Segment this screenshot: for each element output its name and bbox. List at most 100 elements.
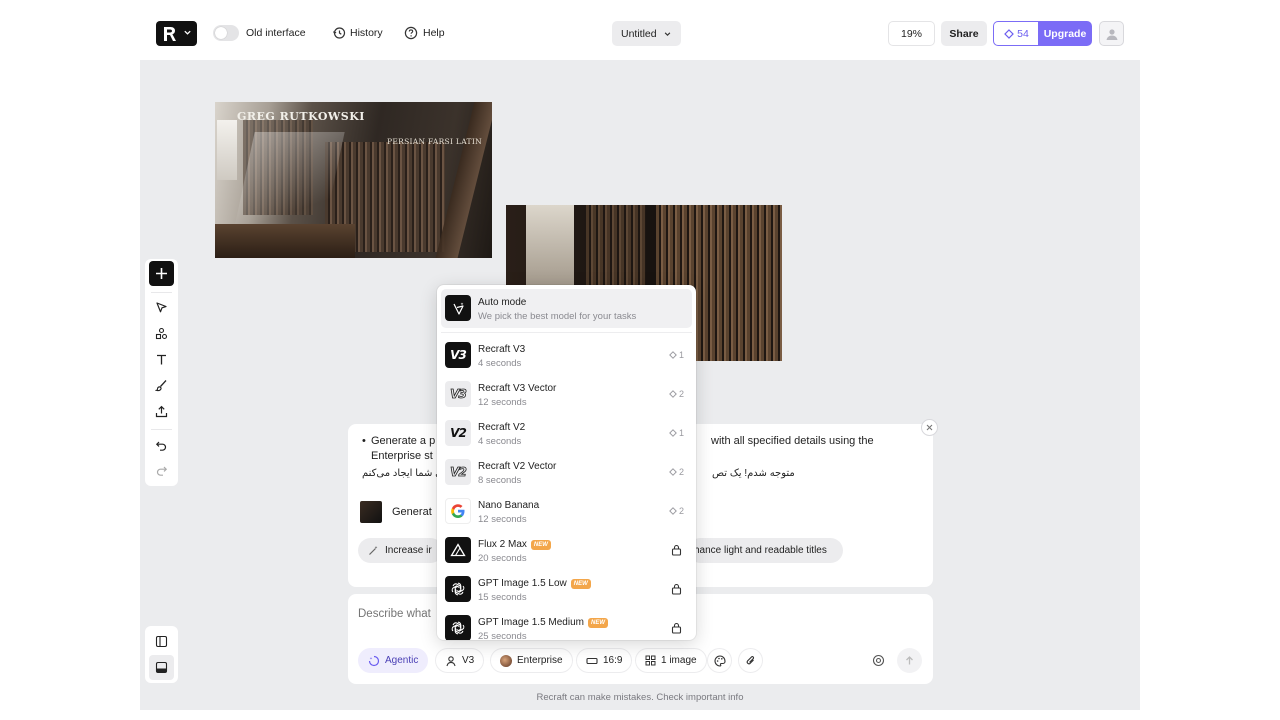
google-icon <box>445 498 471 524</box>
new-badge: NEW <box>587 617 608 628</box>
model-option-auto[interactable]: Auto mode We pick the best model for you… <box>441 289 692 328</box>
farsi-text-right: متوجه شدم! یک تص <box>712 468 795 479</box>
top-bar: Old interface History Help Untitled 19% … <box>140 9 1140 60</box>
credit-diamond-icon <box>669 390 677 398</box>
close-icon <box>926 424 933 431</box>
model-name: Recraft V3 Vector <box>478 383 557 394</box>
select-tool[interactable] <box>149 295 174 320</box>
credit-diamond-icon <box>1004 28 1015 39</box>
redo-button[interactable] <box>149 458 174 483</box>
history-button[interactable]: History <box>350 27 383 39</box>
close-message-button[interactable] <box>921 419 938 436</box>
user-icon <box>1106 28 1117 40</box>
image-count-button[interactable]: 1 image <box>635 648 707 673</box>
model-cost: 2 <box>669 389 684 399</box>
recraft-logo-icon <box>164 26 176 41</box>
auto-mode-icon <box>445 295 471 321</box>
image-count-label: 1 image <box>661 655 697 666</box>
text-tool[interactable] <box>149 347 174 372</box>
recraft-v3-vector-icon: V3 <box>445 381 471 407</box>
model-duration: 12 seconds <box>478 514 527 525</box>
model-option-flux-2-max[interactable]: Flux 2 Max NEW 20 seconds <box>441 531 692 570</box>
credits-button[interactable]: 54 <box>993 21 1039 46</box>
credits-count: 54 <box>1017 27 1029 40</box>
model-cost: 1 <box>669 350 684 360</box>
brush-tool[interactable] <box>149 373 174 398</box>
farsi-text-left: ی شما ایجاد می‌کنم <box>362 468 444 479</box>
sidebar-icon <box>155 635 168 648</box>
app-canvas[interactable]: Old interface History Help Untitled 19% … <box>140 9 1140 710</box>
palette-button[interactable] <box>707 648 732 673</box>
style-label: Enterprise <box>517 655 563 666</box>
help-icon[interactable] <box>404 26 418 40</box>
bottom-panel-toggle[interactable] <box>149 655 174 680</box>
bottom-panel-icon <box>155 661 168 674</box>
upgrade-button[interactable]: Upgrade <box>1038 21 1092 46</box>
lock-icon <box>671 622 682 634</box>
openai-icon <box>445 576 471 602</box>
redo-icon <box>156 466 168 476</box>
undo-icon <box>155 441 167 451</box>
project-title: Untitled <box>621 27 657 40</box>
recraft-v3-icon: V3 <box>445 342 471 368</box>
share-button[interactable]: Share <box>941 21 987 46</box>
message-text-left: Generate a p <box>371 435 436 447</box>
agentic-mode-button[interactable]: Agentic <box>358 648 429 673</box>
generation-label: Generat <box>392 506 432 518</box>
undo-button[interactable] <box>149 433 174 458</box>
settings-button[interactable] <box>866 648 891 673</box>
model-dropdown: Auto mode We pick the best model for you… <box>437 285 696 640</box>
model-selector-button[interactable]: V3 <box>435 648 485 673</box>
lock-icon <box>671 583 682 595</box>
new-badge: NEW <box>570 578 591 589</box>
model-name: Recraft V3 <box>478 344 526 355</box>
model-name: Nano Banana <box>478 500 540 511</box>
aspect-ratio-label: 16:9 <box>603 655 623 666</box>
model-option-gpt-image-low[interactable]: GPT Image 1.5 Low NEW 15 seconds <box>441 570 692 609</box>
model-name: Recraft V2 Vector <box>478 461 557 472</box>
new-badge: NEW <box>530 539 551 550</box>
suggestion-chip-increase[interactable]: Increase ir <box>358 538 443 563</box>
model-option-recraft-v2[interactable]: V2 Recraft V2 4 seconds 1 <box>441 414 692 453</box>
credit-diamond-icon <box>669 507 677 515</box>
model-duration: 20 seconds <box>478 553 527 564</box>
old-interface-label: Old interface <box>246 27 306 39</box>
image-text-top: GREG RUTKOWSKI <box>237 110 365 123</box>
model-option-recraft-v3-vector[interactable]: V3 Recraft V3 Vector 12 seconds 2 <box>441 375 692 414</box>
model-option-recraft-v2-vector[interactable]: V2 Recraft V2 Vector 8 seconds 2 <box>441 453 692 492</box>
flux-icon <box>445 537 471 563</box>
chip-label: hance light and readable titles <box>694 545 827 556</box>
send-button[interactable] <box>897 648 922 673</box>
lock-icon <box>671 544 682 556</box>
upload-icon <box>155 405 168 418</box>
model-duration: 4 seconds <box>478 358 522 369</box>
add-button[interactable] <box>149 261 174 286</box>
model-option-gpt-image-medium[interactable]: GPT Image 1.5 Medium NEW 25 seconds <box>441 609 692 640</box>
generation-row[interactable]: Generat <box>360 501 432 523</box>
generated-image-library-1[interactable]: GREG RUTKOWSKI PERSIAN FARSI LATIN <box>215 102 492 258</box>
logo-menu-button[interactable] <box>156 21 197 46</box>
openai-icon <box>445 615 471 640</box>
message-text-right: with all specified details using the <box>711 435 874 447</box>
attach-button[interactable] <box>738 648 763 673</box>
zoom-level[interactable]: 19% <box>888 21 935 46</box>
aspect-ratio-button[interactable]: 16:9 <box>576 648 633 673</box>
old-interface-toggle[interactable] <box>213 25 239 41</box>
style-selector-button[interactable]: Enterprise <box>490 648 573 673</box>
paperclip-icon <box>746 655 754 664</box>
history-icon[interactable] <box>332 26 346 40</box>
model-cost: 1 <box>669 428 684 438</box>
model-cost: 2 <box>669 467 684 477</box>
prompt-input[interactable] <box>358 608 438 620</box>
help-button[interactable]: Help <box>423 27 445 39</box>
project-title-button[interactable]: Untitled <box>612 21 681 46</box>
suggestion-chip-enhance[interactable]: hance light and readable titles <box>688 538 843 563</box>
upload-tool[interactable] <box>149 399 174 424</box>
brush-icon <box>155 380 167 392</box>
image-text-shelf: PERSIAN FARSI LATIN <box>387 137 482 146</box>
model-option-recraft-v3[interactable]: V3 Recraft V3 4 seconds 1 <box>441 336 692 375</box>
sidebar-toggle[interactable] <box>149 629 174 654</box>
model-option-nano-banana[interactable]: Nano Banana 12 seconds 2 <box>441 492 692 531</box>
user-avatar[interactable] <box>1099 21 1124 46</box>
shapes-tool[interactable] <box>149 321 174 346</box>
